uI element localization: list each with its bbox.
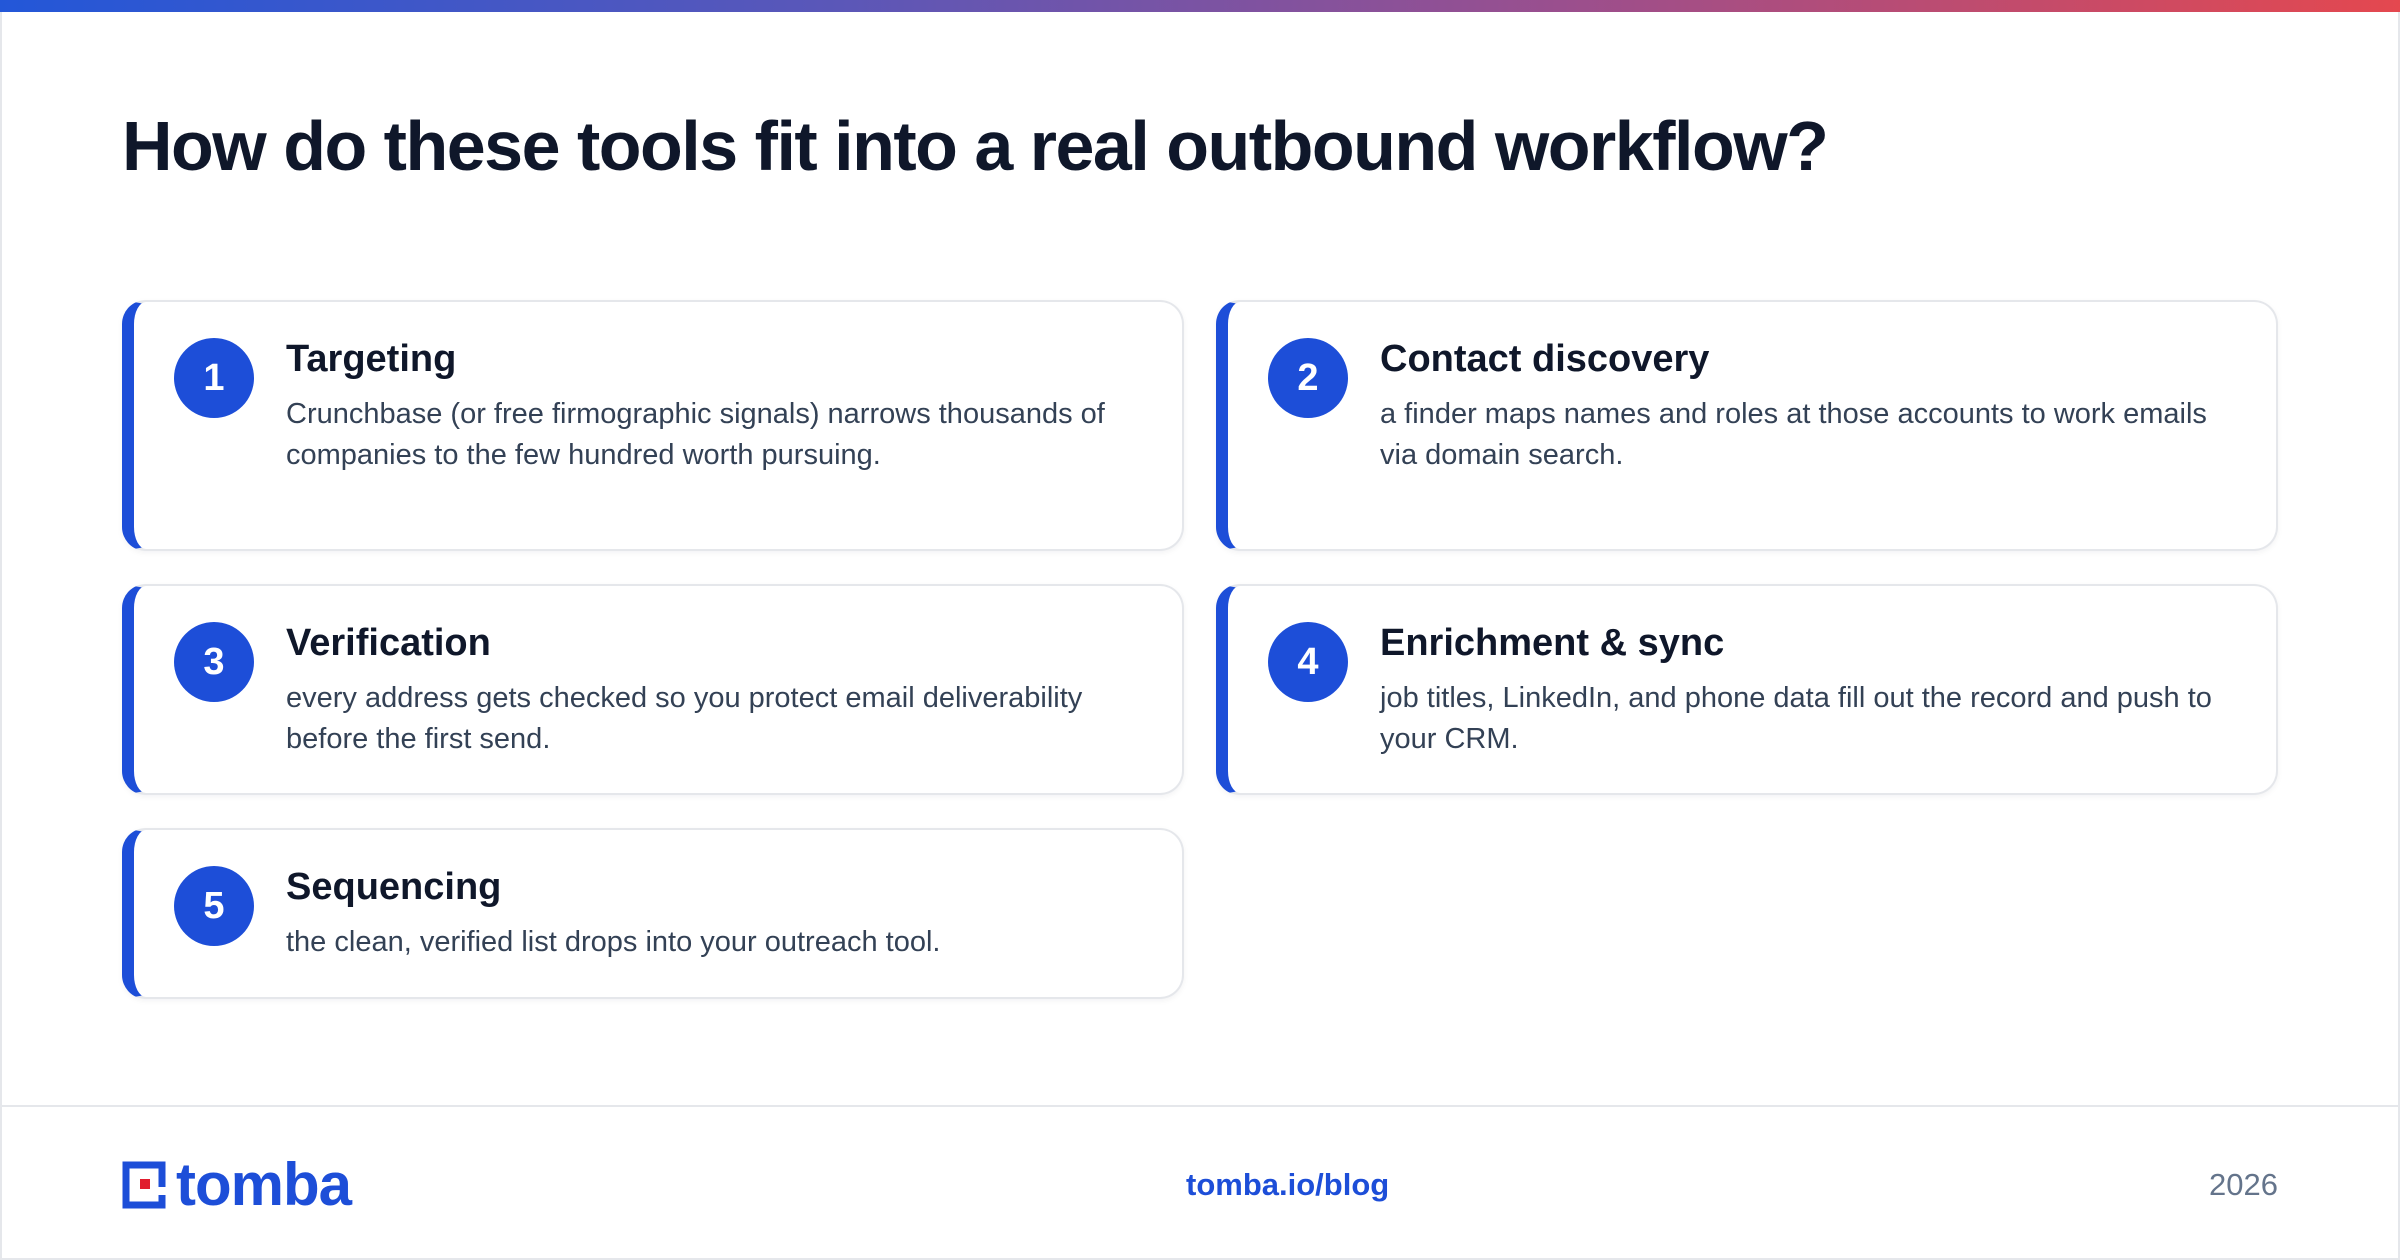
step-card-verification: 3 Verification every address gets checke… bbox=[122, 584, 1184, 795]
tomba-logo[interactable]: tomba bbox=[122, 1151, 352, 1218]
page-title: How do these tools fit into a real outbo… bbox=[122, 107, 1829, 185]
step-title: Sequencing bbox=[286, 866, 502, 908]
step-number-badge: 5 bbox=[174, 866, 254, 946]
step-description: the clean, verified list drops into your… bbox=[286, 926, 941, 958]
step-card-sequencing: 5 Sequencing the clean, verified list dr… bbox=[122, 828, 1184, 999]
step-number-badge: 2 bbox=[1268, 338, 1348, 418]
step-description: a finder maps names and roles at those a… bbox=[1380, 398, 2207, 471]
step-number-badge: 4 bbox=[1268, 622, 1348, 702]
tomba-logo-icon bbox=[122, 1161, 166, 1209]
step-description: Crunchbase (or free firmographic signals… bbox=[286, 398, 1105, 471]
top-gradient-bar bbox=[0, 0, 2400, 12]
footer-year: 2026 bbox=[2209, 1167, 2278, 1202]
step-title: Verification bbox=[286, 622, 491, 664]
blog-link[interactable]: tomba.io/blog bbox=[1186, 1167, 1389, 1203]
step-description: every address gets checked so you protec… bbox=[286, 682, 1083, 755]
step-title: Enrichment & sync bbox=[1380, 622, 1725, 664]
step-number-badge: 3 bbox=[174, 622, 254, 702]
logo-wordmark: tomba bbox=[176, 1151, 352, 1218]
footer: tomba tomba.io/blog 2026 bbox=[0, 1105, 2400, 1260]
step-card-targeting: 1 Targeting Crunchbase (or free firmogra… bbox=[122, 300, 1184, 551]
step-card-contact-discovery: 2 Contact discovery a finder maps names … bbox=[1216, 300, 2278, 551]
step-title: Targeting bbox=[286, 338, 457, 380]
step-title: Contact discovery bbox=[1380, 338, 1710, 380]
step-description: job titles, LinkedIn, and phone data fil… bbox=[1380, 682, 2212, 755]
step-card-enrichment-sync: 4 Enrichment & sync job titles, LinkedIn… bbox=[1216, 584, 2278, 795]
step-number-badge: 1 bbox=[174, 338, 254, 418]
